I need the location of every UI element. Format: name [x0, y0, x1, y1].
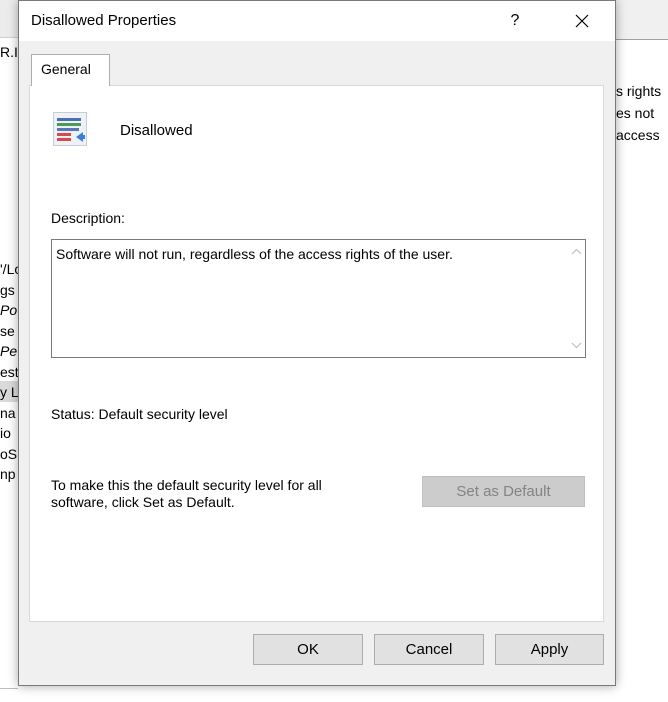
ok-button[interactable]: OK [253, 634, 363, 665]
description-label: Description: [51, 210, 125, 226]
background-tree-item: se [0, 322, 15, 339]
background-status-bar [0, 688, 18, 702]
cancel-button[interactable]: Cancel [374, 634, 484, 665]
background-tree-item: io [0, 425, 11, 441]
chevron-up-icon[interactable] [571, 248, 582, 255]
dialog-title: Disallowed Properties [31, 12, 177, 29]
background-toolbar-right [616, 0, 668, 40]
background-tree-item: oS [0, 445, 18, 462]
background-description-text: s rights es not access [616, 80, 661, 146]
background-tree-item: na [0, 404, 16, 421]
tab-general[interactable]: General [31, 54, 110, 86]
properties-dialog: Disallowed Properties ? General Disallow… [18, 0, 616, 686]
set-default-hint: To make this the default security level … [51, 477, 322, 510]
close-icon [575, 14, 589, 28]
background-column-header: R.I [0, 44, 18, 60]
background-tree-list: '/Lo gs Po se Pe est y L na io oS np [0, 258, 18, 484]
background-window-right: s rights es not access [616, 0, 668, 702]
background-tree-item: gs [0, 281, 15, 298]
background-window-left: R.I '/Lo gs Po se Pe est y L na io oS np [0, 0, 18, 702]
background-text-line: es not [616, 105, 655, 121]
chevron-down-icon[interactable] [571, 342, 582, 349]
close-button[interactable] [559, 1, 605, 41]
description-text: Software will not run, regardless of the… [56, 246, 453, 262]
set-as-default-button[interactable]: Set as Default [422, 476, 585, 507]
description-textbox[interactable]: Software will not run, regardless of the… [51, 239, 586, 358]
help-button[interactable]: ? [499, 1, 531, 41]
background-tree-item: Pe [0, 343, 18, 359]
status-text: Status: Default security level [51, 406, 228, 422]
background-text-line: access [616, 127, 660, 143]
background-tree-item: '/Lo [0, 261, 18, 277]
description-scrollbar[interactable] [568, 240, 585, 357]
rule-name: Disallowed [120, 122, 193, 139]
background-tree-item: Po [0, 302, 18, 318]
apply-button[interactable]: Apply [495, 634, 604, 665]
rule-list-icon [53, 112, 87, 146]
general-tab-panel: Disallowed Description: Software will no… [29, 85, 604, 622]
background-tree-item: est [0, 363, 18, 380]
background-tree-item-selected: y L [0, 381, 18, 402]
background-tree-item: np [0, 466, 16, 482]
background-text-line: s rights [616, 83, 662, 99]
dialog-titlebar[interactable]: Disallowed Properties ? [19, 1, 615, 41]
background-toolbar-left [0, 0, 18, 38]
